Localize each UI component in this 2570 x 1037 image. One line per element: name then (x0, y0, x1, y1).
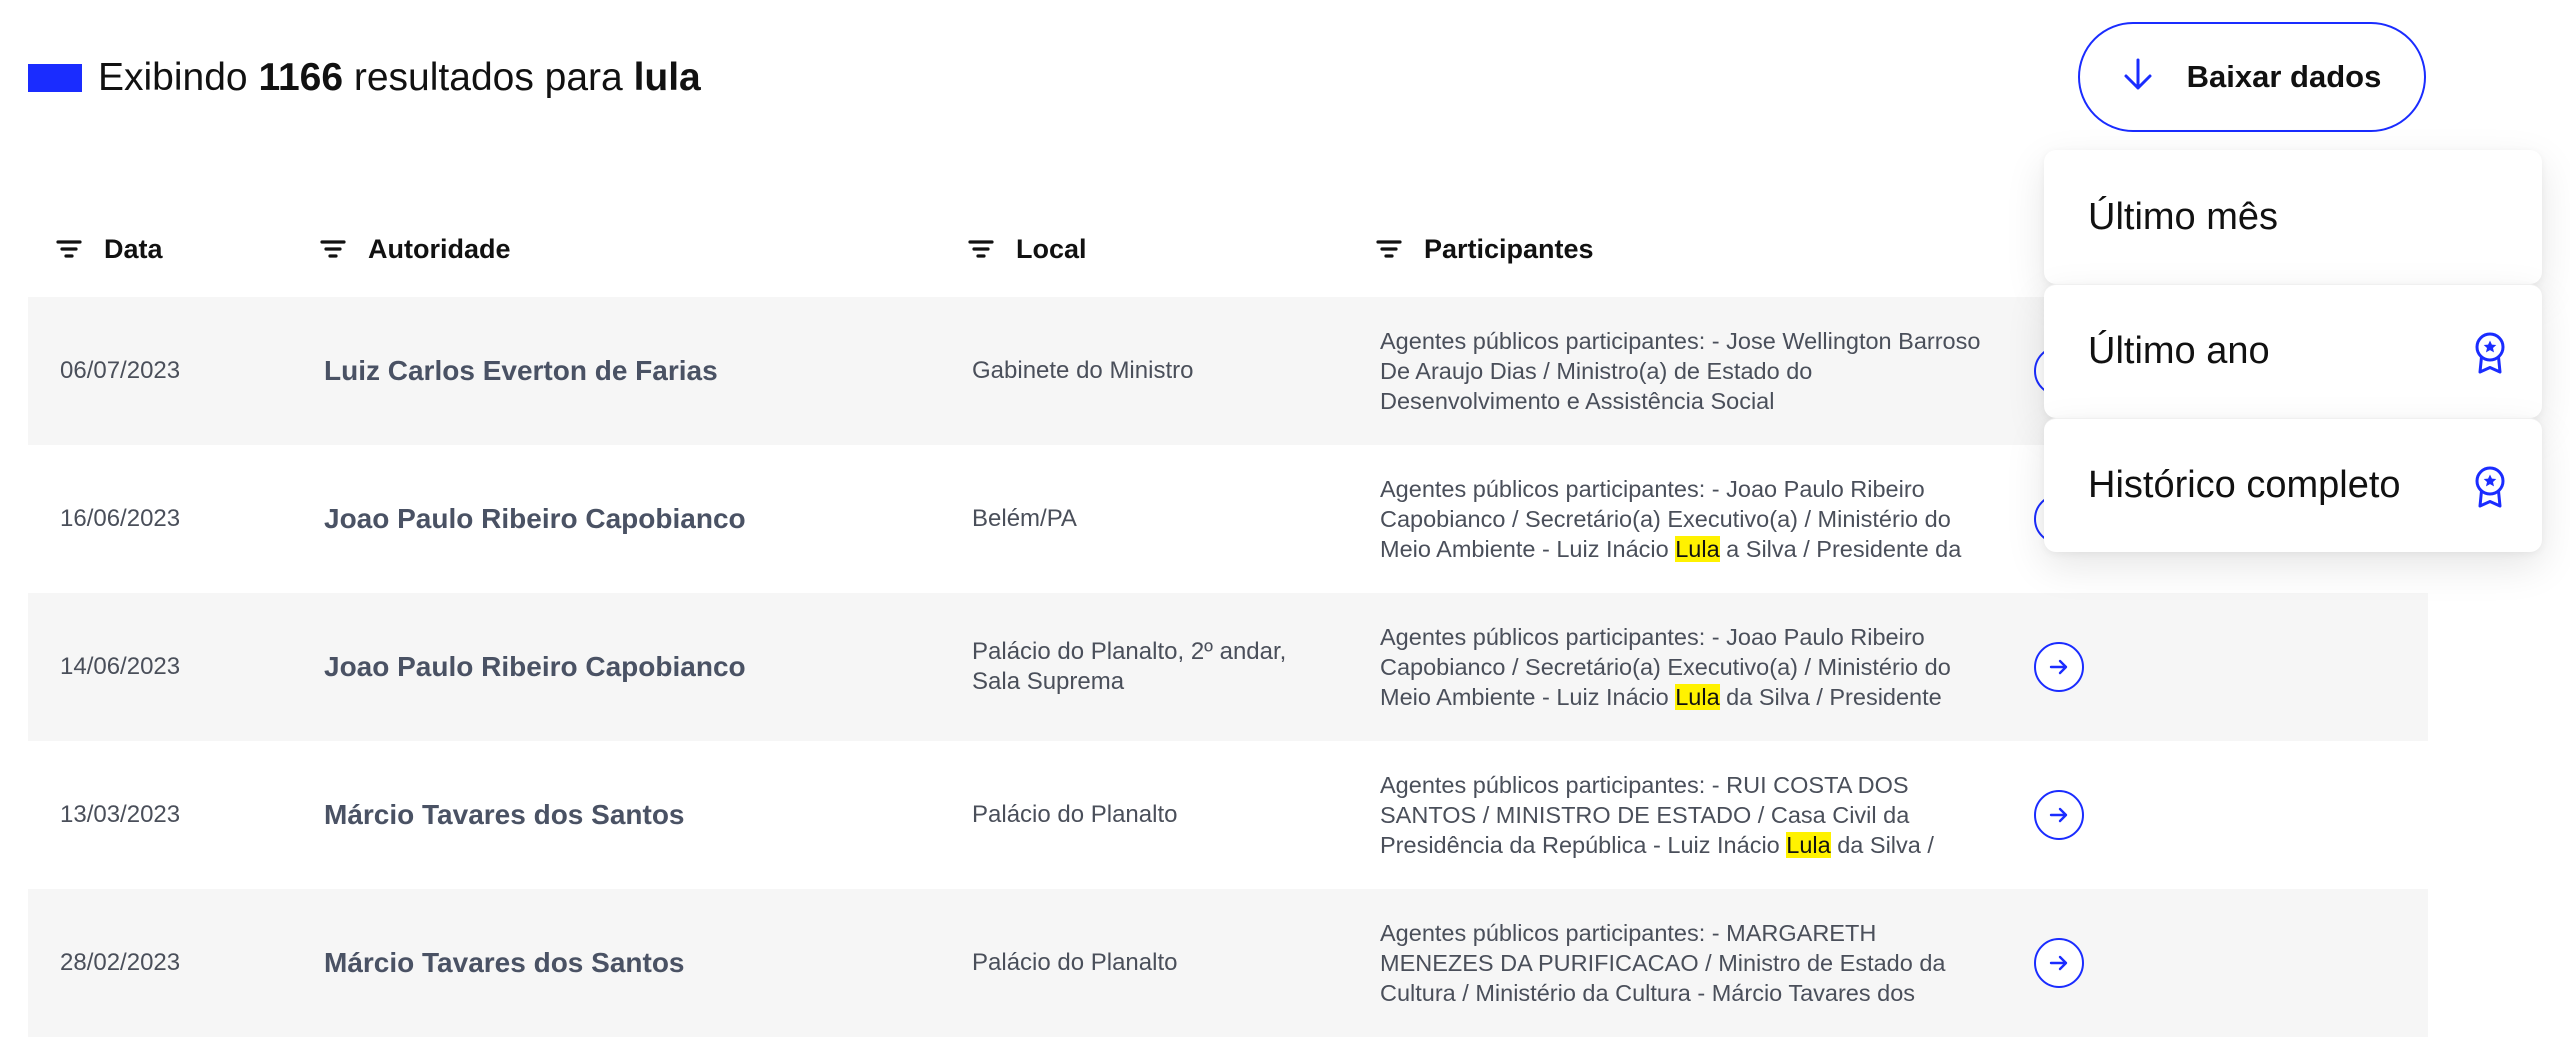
download-data-button[interactable]: Baixar dados (2078, 22, 2426, 132)
row-local: Palácio do Planalto, 2º andar, Sala Supr… (972, 638, 1287, 695)
row-authority: Márcio Tavares dos Santos (324, 799, 685, 830)
results-middle: resultados para (343, 56, 634, 99)
download-data-label: Baixar dados (2186, 59, 2382, 94)
row-date: 16/06/2023 (60, 505, 181, 532)
arrow-right-icon (2049, 659, 2068, 675)
menu-item-historico-completo[interactable]: Histórico completo (2044, 418, 2542, 552)
search-highlight: Lula (1675, 536, 1720, 562)
row-date: 14/06/2023 (60, 653, 181, 680)
row-local: Gabinete do Ministro (972, 357, 1194, 384)
column-label: Participantes (1424, 233, 1594, 264)
column-label: Autoridade (368, 233, 511, 264)
column-header-autoridade[interactable]: Autoridade (320, 220, 511, 278)
table-row[interactable]: 28/02/2023 Márcio Tavares dos Santos Pal… (28, 889, 2428, 1037)
menu-item-ultimo-mes[interactable]: Último mês (2044, 150, 2542, 284)
table-row[interactable]: 13/03/2023 Márcio Tavares dos Santos Pal… (28, 741, 2428, 889)
column-header-data[interactable]: Data (56, 220, 163, 278)
search-highlight: Lula (1675, 684, 1720, 710)
search-highlight: Lula (1786, 832, 1831, 858)
participants-text: Agentes públicos participantes: - MARGAR… (1380, 920, 1946, 1006)
row-local: Palácio do Planalto (972, 801, 1178, 828)
download-period-menu: Último mês Último ano Histórico completo (2044, 150, 2542, 552)
filter-icon (320, 240, 346, 258)
row-date: 06/07/2023 (60, 357, 181, 384)
results-count: 1166 (258, 56, 344, 99)
participants-text-rest: da Silva / Presidente (1719, 684, 1942, 710)
row-local: Palácio do Planalto (972, 949, 1178, 976)
row-participants: Agentes públicos participantes: - Jose W… (1380, 297, 1990, 445)
column-header-local[interactable]: Local (968, 220, 1087, 278)
arrow-down-icon (2123, 57, 2153, 98)
row-authority: Joao Paulo Ribeiro Capobianco (324, 651, 746, 682)
row-participants: Agentes públicos participantes: - RUI CO… (1380, 741, 1990, 889)
menu-item-label: Último ano (2088, 330, 2270, 372)
premium-badge-icon (2472, 331, 2508, 385)
results-header: Exibindo 1166 resultados para lula (28, 50, 701, 106)
results-query: lula (633, 56, 701, 99)
row-participants: Agentes públicos participantes: - Joao P… (1380, 445, 1990, 593)
arrow-right-icon (2049, 807, 2068, 823)
filter-icon (56, 240, 82, 258)
column-label: Local (1016, 233, 1087, 264)
premium-badge-icon (2472, 465, 2508, 519)
row-local: Belém/PA (972, 505, 1077, 532)
row-participants: Agentes públicos participantes: - MARGAR… (1380, 889, 1990, 1037)
row-authority: Joao Paulo Ribeiro Capobianco (324, 503, 746, 534)
arrow-right-icon (2049, 955, 2068, 971)
participants-text: Agentes públicos participantes: - Jose W… (1380, 328, 1981, 414)
row-authority: Márcio Tavares dos Santos (324, 947, 685, 978)
row-date: 13/03/2023 (60, 801, 181, 828)
row-participants: Agentes públicos participantes: - Joao P… (1380, 593, 1990, 741)
menu-item-ultimo-ano[interactable]: Último ano (2044, 284, 2542, 418)
table-row[interactable]: 14/06/2023 Joao Paulo Ribeiro Capobianco… (28, 593, 2428, 741)
column-header-participantes[interactable]: Participantes (1376, 220, 1594, 278)
open-details-button[interactable] (2034, 938, 2084, 988)
column-label: Data (104, 233, 163, 264)
menu-item-label: Histórico completo (2088, 464, 2401, 506)
row-date: 28/02/2023 (60, 949, 181, 976)
results-prefix: Exibindo (98, 56, 259, 99)
participants-text-rest: a Silva / Presidente da (1719, 536, 1962, 562)
menu-item-label: Último mês (2088, 195, 2279, 238)
results-summary: Exibindo 1166 resultados para lula (98, 56, 701, 100)
row-authority: Luiz Carlos Everton de Farias (324, 355, 718, 386)
open-details-button[interactable] (2034, 790, 2084, 840)
open-details-button[interactable] (2034, 642, 2084, 692)
accent-bar (28, 64, 82, 92)
filter-icon (968, 240, 994, 258)
participants-text-rest: da Silva / (1830, 832, 1934, 858)
filter-icon (1376, 240, 1402, 258)
